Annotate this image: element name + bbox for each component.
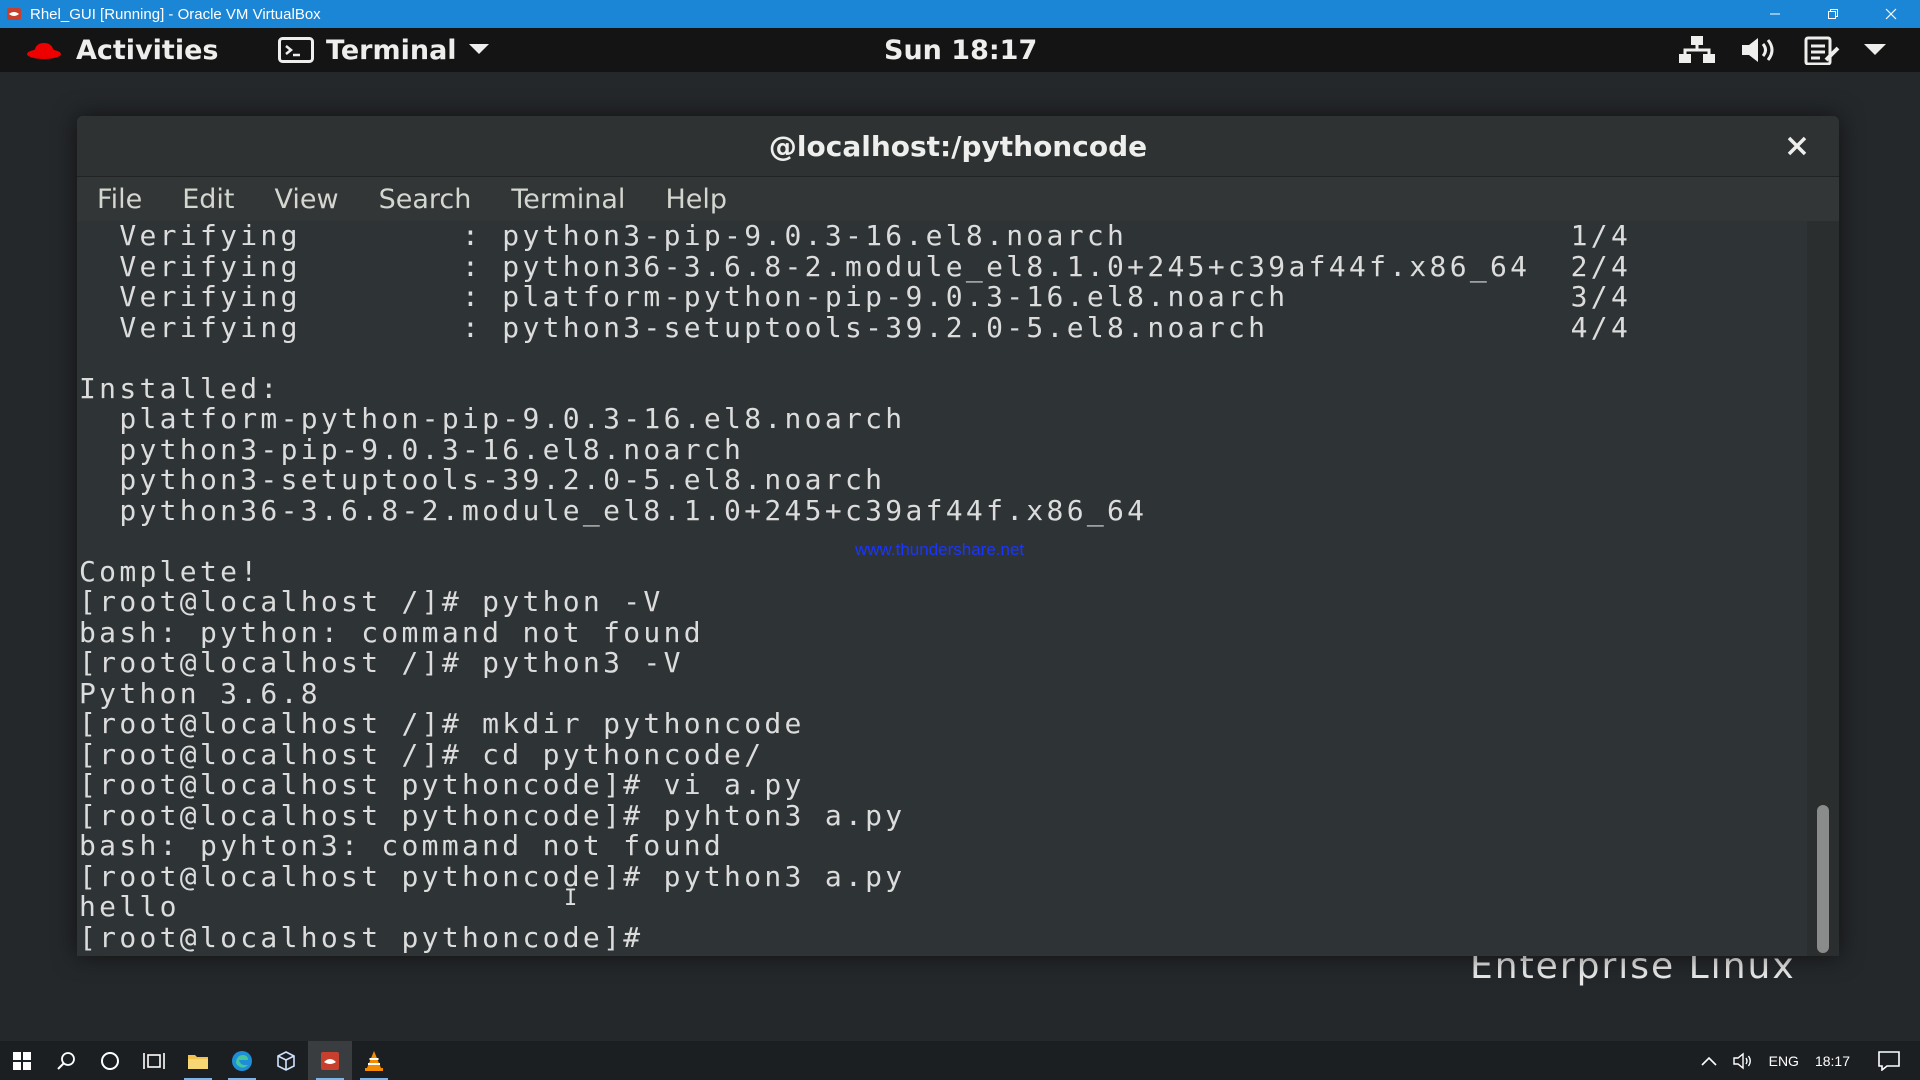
edge-browser-icon (232, 1050, 252, 1071)
terminal-scrollbar[interactable] (1807, 221, 1839, 956)
folder-icon (188, 1054, 208, 1069)
taskbar-clock[interactable]: 18:17 (1807, 1053, 1858, 1069)
terminal-header-bar[interactable]: @localhost:/pythoncode (77, 116, 1839, 177)
cortana-button[interactable] (88, 1041, 132, 1080)
show-hidden-icons-button[interactable] (1693, 1056, 1725, 1066)
system-tray: ENG 18:17 (1693, 1041, 1920, 1080)
restore-icon (1828, 9, 1838, 19)
volume-icon (1742, 38, 1774, 62)
clock[interactable]: Sun 18:17 (884, 28, 1037, 72)
taskbar-vlc[interactable] (352, 1041, 396, 1080)
taskbar-file-explorer[interactable] (176, 1041, 220, 1080)
notification-icon (1878, 1050, 1900, 1071)
chevron-down-icon (1864, 44, 1886, 55)
terminal-window: @localhost:/pythoncode File Edit View Se… (77, 116, 1839, 956)
system-menu[interactable] (1678, 28, 1886, 72)
window-title: Rhel_GUI [Running] - Oracle VM VirtualBo… (30, 5, 321, 23)
windows-taskbar: ENG 18:17 (0, 1041, 1920, 1080)
terminal-output-area[interactable]: Verifying : python3-pip-9.0.3-16.el8.noa… (77, 219, 1807, 956)
start-button[interactable] (0, 1041, 44, 1080)
restore-button[interactable] (1804, 0, 1862, 28)
taskbar-edge[interactable] (220, 1041, 264, 1080)
vbox-titlebar: Rhel_GUI [Running] - Oracle VM VirtualBo… (0, 0, 1920, 28)
cortana-circle-icon (101, 1051, 119, 1070)
chevron-up-icon (1701, 1056, 1717, 1066)
guest-desktop: Activities Terminal Sun 18:17 Enterprise… (0, 28, 1920, 1041)
gnome-top-bar: Activities Terminal Sun 18:17 (0, 28, 1920, 72)
task-view-icon (143, 1052, 165, 1069)
close-icon (1885, 8, 1897, 20)
menu-view[interactable]: View (254, 184, 338, 215)
scrollbar-thumb[interactable] (1817, 805, 1829, 953)
redhat-vm-icon (321, 1051, 339, 1070)
taskbar-virtualbox[interactable] (264, 1041, 308, 1080)
vlc-cone-icon (365, 1050, 383, 1071)
minimize-icon (1770, 13, 1780, 15)
search-button[interactable] (44, 1041, 88, 1080)
menu-search[interactable]: Search (359, 184, 472, 215)
windows-logo-icon (13, 1051, 31, 1070)
redhat-logo-icon (27, 43, 61, 59)
taskbar-rhel-vm[interactable] (308, 1041, 352, 1080)
chevron-down-icon (468, 44, 489, 54)
close-icon (1787, 136, 1807, 156)
menu-file[interactable]: File (77, 184, 142, 215)
terminal-menubar: File Edit View Search Terminal Help (77, 177, 1839, 221)
network-wired-icon (1679, 36, 1715, 63)
terminal-close-button[interactable] (1781, 130, 1813, 162)
app-menu[interactable]: Terminal (278, 28, 489, 72)
cube-app-icon (277, 1050, 295, 1071)
clock-label: Sun 18:17 (884, 34, 1038, 66)
speaker-icon (1732, 1052, 1751, 1069)
activities-button[interactable]: Activities (26, 28, 218, 72)
terminal-output: Verifying : python3-pip-9.0.3-16.el8.noa… (79, 219, 1632, 954)
terminal-title: @localhost:/pythoncode (768, 129, 1148, 163)
app-menu-label: Terminal (326, 34, 457, 66)
search-icon (57, 1051, 75, 1070)
virtualbox-app-icon[interactable] (6, 6, 22, 22)
menu-help[interactable]: Help (645, 184, 727, 215)
action-center-button[interactable] (1858, 1050, 1920, 1071)
task-view-button[interactable] (132, 1041, 176, 1080)
terminal-app-icon (278, 37, 314, 63)
volume-button[interactable] (1725, 1052, 1761, 1070)
menu-edit[interactable]: Edit (162, 184, 234, 215)
minimize-button[interactable] (1746, 0, 1804, 28)
watermark-text: www.thundershare.net (855, 540, 1025, 559)
input-language[interactable]: ENG (1761, 1053, 1807, 1069)
clipboard-icon (1804, 36, 1840, 65)
activities-label: Activities (76, 34, 219, 66)
menu-terminal[interactable]: Terminal (491, 184, 625, 215)
close-button[interactable] (1862, 0, 1920, 28)
i-beam-cursor-icon: I (564, 886, 578, 911)
